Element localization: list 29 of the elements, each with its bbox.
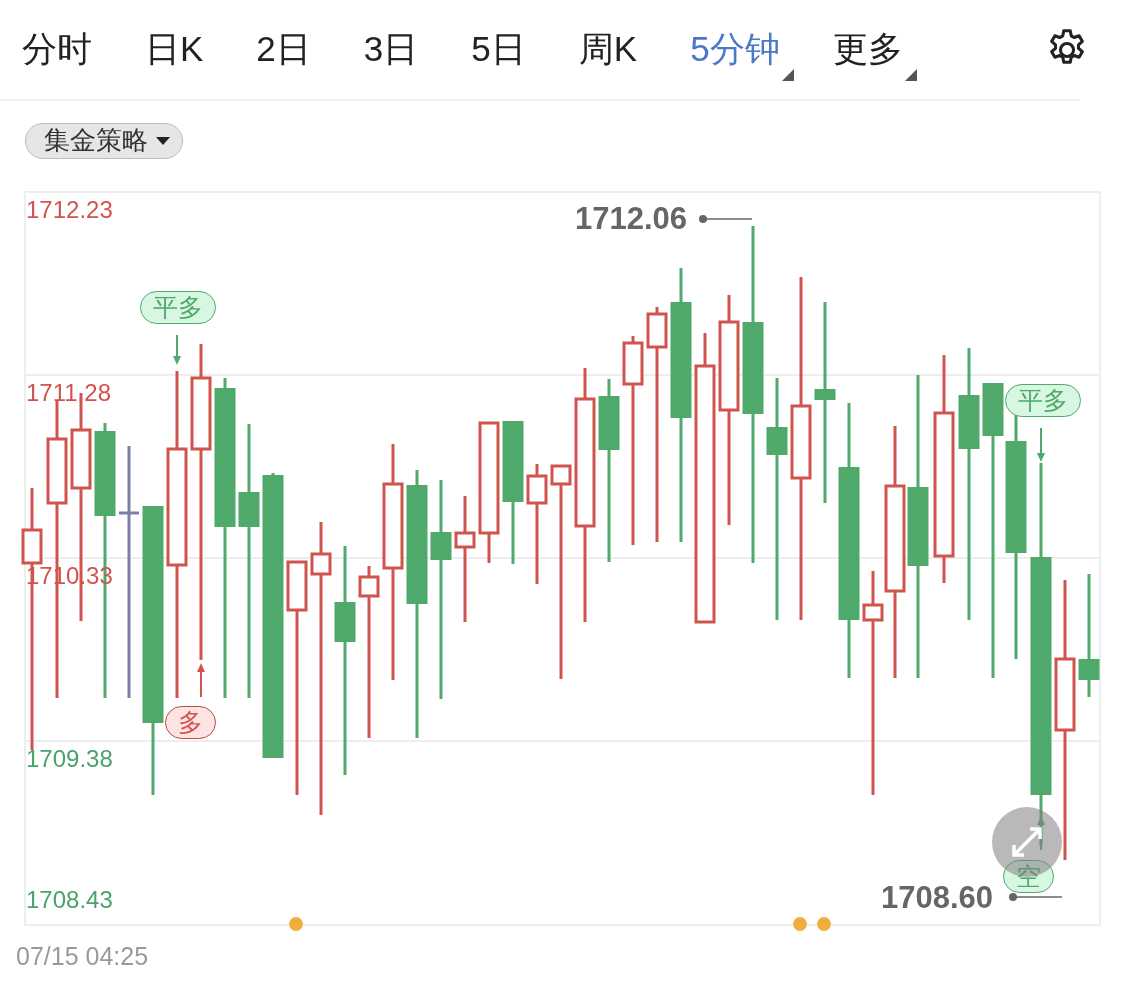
signal-badge: 平多	[140, 291, 216, 324]
price-axis-label: 1708.43	[26, 888, 113, 912]
signal-arrow	[1037, 816, 1045, 851]
leader-line	[1009, 893, 1063, 901]
low-price-label: 1708.60	[881, 882, 994, 914]
strategy-dropdown[interactable]: 集金策略	[25, 122, 183, 159]
event-dot	[817, 917, 831, 931]
period-tab[interactable]: 周K	[578, 26, 652, 83]
leader-line	[699, 215, 753, 223]
period-tab[interactable]: 更多	[832, 26, 917, 83]
event-dot	[793, 917, 807, 931]
price-axis-label: 1711.28	[26, 381, 111, 405]
event-dot	[289, 917, 303, 931]
caret-icon	[156, 135, 170, 146]
period-tab[interactable]: 5日	[471, 26, 540, 83]
signal-badge: 多	[165, 706, 216, 739]
signal-badge: 平多	[1005, 384, 1081, 417]
price-axis-label: 1712.23	[26, 198, 113, 222]
timestamp: 07/15 04:25	[16, 942, 149, 971]
period-tab[interactable]: 分时	[22, 26, 106, 83]
period-tab[interactable]: 2日	[256, 26, 325, 83]
period-tab[interactable]: 5分钟	[690, 26, 794, 83]
signal-arrow	[1037, 427, 1045, 462]
period-tab[interactable]: 日K	[145, 26, 218, 83]
period-tab[interactable]: 3日	[363, 26, 433, 83]
signal-arrow	[197, 663, 205, 698]
price-axis-label: 1709.38	[26, 747, 113, 771]
high-price-label: 1712.06	[575, 203, 688, 235]
signal-arrow	[173, 334, 181, 365]
